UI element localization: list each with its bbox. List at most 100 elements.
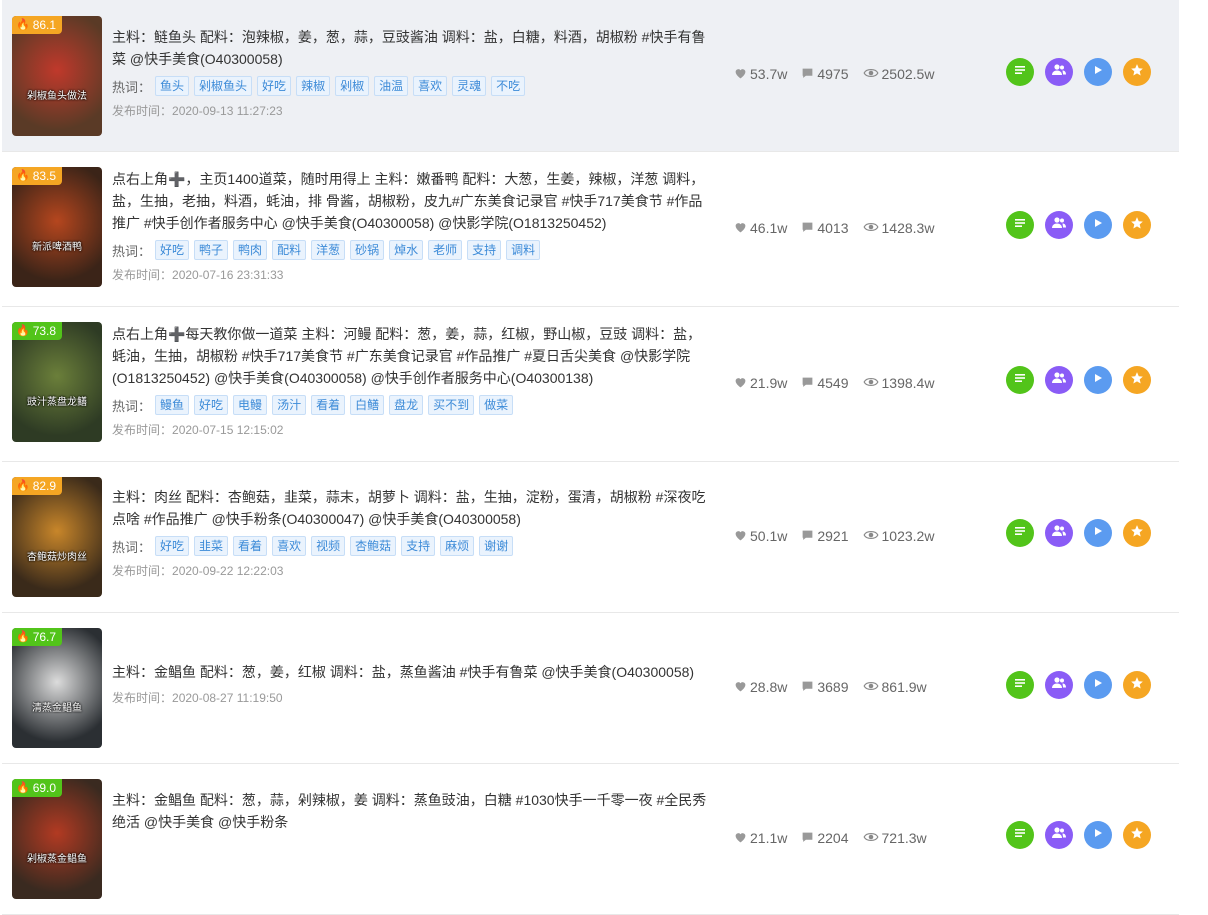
audience-button[interactable] <box>1045 671 1073 699</box>
hot-word-tag[interactable]: 谢谢 <box>479 536 514 556</box>
hot-word-tag[interactable]: 买不到 <box>428 395 475 415</box>
video-thumbnail[interactable]: 剁椒蒸金鲳鱼 🔥 69.0 <box>12 779 102 899</box>
video-row[interactable]: 新派啤酒鸭 🔥 83.5 点右上角➕，主页1400道菜，随时用得上 主料：嫩番鸭 配料… <box>2 152 1179 307</box>
video-description[interactable]: 主料：金鲳鱼 配料：葱，姜，红椒 调料：盐，蒸鱼酱油 #快手有鲁菜 @快手美食(… <box>112 661 707 683</box>
heart-icon <box>734 220 750 236</box>
favorite-button[interactable] <box>1123 366 1151 394</box>
likes-stat: 21.1w <box>734 830 787 846</box>
hot-word-tag[interactable]: 鸭子 <box>194 240 229 260</box>
video-thumbnail[interactable]: 豉汁蒸盘龙鳝 🔥 73.8 <box>12 322 102 442</box>
detail-button[interactable] <box>1006 58 1034 86</box>
comments-count: 4549 <box>817 375 849 391</box>
views-stat: 721.3w <box>863 830 927 846</box>
hot-word-tag[interactable]: 视频 <box>311 536 346 556</box>
hot-words: 热词： 鳗鱼 好吃 电鳗 汤汁 看着 白鳝 盘龙 买不到 做菜 <box>112 395 707 415</box>
video-thumbnail[interactable]: 杏鲍菇炒肉丝 🔥 82.9 <box>12 477 102 597</box>
video-thumbnail[interactable]: 新派啤酒鸭 🔥 83.5 <box>12 167 102 287</box>
video-stats: 53.7w 4975 2502.5w <box>734 66 948 82</box>
hot-word-tag[interactable]: 好吃 <box>194 395 229 415</box>
hot-word-tag[interactable]: 韭菜 <box>194 536 229 556</box>
hot-word-tag[interactable]: 麻烦 <box>440 536 475 556</box>
hot-word-tag[interactable]: 支持 <box>467 240 502 260</box>
hot-word-tag[interactable]: 油温 <box>374 76 409 96</box>
star-icon <box>1130 826 1144 845</box>
favorite-button[interactable] <box>1123 671 1151 699</box>
hot-word-tag[interactable]: 好吃 <box>155 536 190 556</box>
likes-count: 28.8w <box>750 679 788 695</box>
play-button[interactable] <box>1084 519 1112 547</box>
hot-word-tag[interactable]: 看着 <box>233 536 268 556</box>
hot-word-tag[interactable]: 老师 <box>428 240 463 260</box>
favorite-button[interactable] <box>1123 58 1151 86</box>
video-row[interactable]: 剁椒鱼头做法 🔥 86.1 主料：鲢鱼头 配料：泡辣椒，姜，葱，蒜，豆豉酱油 调料：盐… <box>2 0 1179 152</box>
row-actions <box>1006 58 1151 86</box>
hot-word-tag[interactable]: 调料 <box>506 240 541 260</box>
play-button[interactable] <box>1084 211 1112 239</box>
hot-word-tag[interactable]: 洋葱 <box>311 240 346 260</box>
hot-word-tag[interactable]: 鸭肉 <box>233 240 268 260</box>
video-thumbnail[interactable]: 剁椒鱼头做法 🔥 86.1 <box>12 16 102 136</box>
hot-word-tag[interactable]: 辣椒 <box>296 76 331 96</box>
audience-button[interactable] <box>1045 519 1073 547</box>
hot-word-tag[interactable]: 鱼头 <box>155 76 190 96</box>
hot-word-tag[interactable]: 剁椒 <box>335 76 370 96</box>
publish-date-value: 2020-09-22 12:22:03 <box>172 564 284 578</box>
video-row[interactable]: 豉汁蒸盘龙鳝 🔥 73.8 点右上角➕每天教你做一道菜 主料：河鳗 配料：葱，姜，蒜，… <box>2 307 1179 462</box>
video-description[interactable]: 主料：鲢鱼头 配料：泡辣椒，姜，葱，蒜，豆豉酱油 调料：盐，白糖，料酒，胡椒粉 … <box>112 26 707 70</box>
video-description[interactable]: 点右上角➕，主页1400道菜，随时用得上 主料：嫩番鸭 配料：大葱，生姜，辣椒，… <box>112 168 707 234</box>
audience-button[interactable] <box>1045 821 1073 849</box>
favorite-button[interactable] <box>1123 211 1151 239</box>
hot-word-tag[interactable]: 支持 <box>401 536 436 556</box>
detail-button[interactable] <box>1006 821 1034 849</box>
views-stat: 1398.4w <box>863 375 934 391</box>
hot-word-tag[interactable]: 剁椒鱼头 <box>194 76 253 96</box>
audience-button[interactable] <box>1045 58 1073 86</box>
fire-icon: 🔥 <box>16 782 30 794</box>
play-button[interactable] <box>1084 366 1112 394</box>
video-thumbnail[interactable]: 清蒸金鲳鱼 🔥 76.7 <box>12 628 102 748</box>
hot-word-tag[interactable]: 汤汁 <box>272 395 307 415</box>
video-row[interactable]: 剁椒蒸金鲳鱼 🔥 69.0 主料：金鲳鱼 配料：葱，蒜，剁辣椒，姜 调料：蒸鱼豉油，白… <box>2 764 1179 915</box>
video-description[interactable]: 点右上角➕每天教你做一道菜 主料：河鳗 配料：葱，姜，蒜，红椒，野山椒，豆豉 调… <box>112 323 707 389</box>
hot-word-tag[interactable]: 灵魂 <box>452 76 487 96</box>
hot-word-tag[interactable]: 电鳗 <box>233 395 268 415</box>
favorite-button[interactable] <box>1123 519 1151 547</box>
hot-word-tag[interactable]: 好吃 <box>155 240 190 260</box>
play-button[interactable] <box>1084 821 1112 849</box>
video-description[interactable]: 主料：肉丝 配料：杏鲍菇，韭菜，蒜末，胡萝卜 调料：盐，生抽，淀粉，蛋清，胡椒粉… <box>112 486 707 530</box>
hot-word-tag[interactable]: 鳗鱼 <box>155 395 190 415</box>
comments-count: 2204 <box>817 830 849 846</box>
detail-button[interactable] <box>1006 211 1034 239</box>
hot-word-tag[interactable]: 好吃 <box>257 76 292 96</box>
play-button[interactable] <box>1084 671 1112 699</box>
hot-word-tag[interactable]: 白鳝 <box>350 395 385 415</box>
hot-word-tag[interactable]: 看着 <box>311 395 346 415</box>
hot-word-tag[interactable]: 不吃 <box>491 76 526 96</box>
hot-score-badge: 🔥 73.8 <box>12 322 63 340</box>
video-row[interactable]: 清蒸金鲳鱼 🔥 76.7 主料：金鲳鱼 配料：葱，姜，红椒 调料：盐，蒸鱼酱油 #快手… <box>2 613 1179 764</box>
hot-word-tag[interactable]: 喜欢 <box>272 536 307 556</box>
publish-date-label: 发布时间： <box>112 104 173 118</box>
hot-word-tag[interactable]: 盘龙 <box>389 395 424 415</box>
detail-button[interactable] <box>1006 671 1034 699</box>
hot-words-label: 热词： <box>112 79 152 95</box>
hot-word-tag[interactable]: 做菜 <box>479 395 514 415</box>
detail-button[interactable] <box>1006 519 1034 547</box>
audience-button[interactable] <box>1045 366 1073 394</box>
publish-date-label: 发布时间： <box>112 691 173 705</box>
favorite-button[interactable] <box>1123 821 1151 849</box>
hot-word-tag[interactable]: 喜欢 <box>413 76 448 96</box>
hot-words-label: 热词： <box>112 243 152 259</box>
play-button[interactable] <box>1084 58 1112 86</box>
detail-button[interactable] <box>1006 366 1034 394</box>
audience-button[interactable] <box>1045 211 1073 239</box>
hot-word-tag[interactable]: 砂锅 <box>350 240 385 260</box>
views-stat: 861.9w <box>863 679 927 695</box>
hot-word-tag[interactable]: 焯水 <box>389 240 424 260</box>
video-description[interactable]: 主料：金鲳鱼 配料：葱，蒜，剁辣椒，姜 调料：蒸鱼豉油，白糖 #1030快手一千… <box>112 789 707 833</box>
video-row[interactable]: 杏鲍菇炒肉丝 🔥 82.9 主料：肉丝 配料：杏鲍菇，韭菜，蒜末，胡萝卜 调料：盐，生… <box>2 462 1179 613</box>
hot-word-tag[interactable]: 杏鲍菇 <box>350 536 397 556</box>
publish-date: 发布时间：2020-09-22 12:22:03 <box>112 562 707 579</box>
play-icon <box>1092 826 1104 844</box>
hot-word-tag[interactable]: 配料 <box>272 240 307 260</box>
